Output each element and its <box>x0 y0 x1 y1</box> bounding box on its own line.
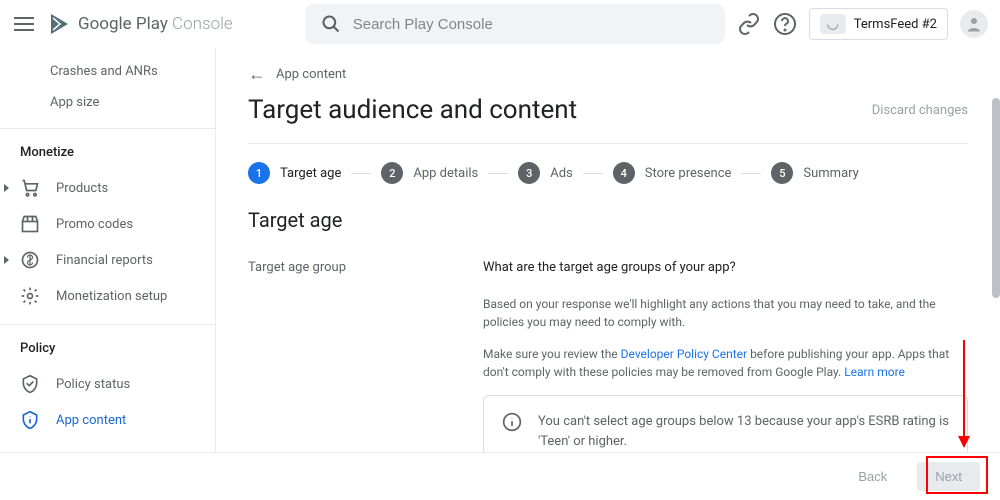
breadcrumb-text: App content <box>276 67 346 82</box>
policy-center-link[interactable]: Developer Policy Center <box>621 347 747 361</box>
sidebar-item-policy-status[interactable]: Policy status <box>0 366 215 402</box>
step-store-presence[interactable]: 4 Store presence <box>613 162 732 184</box>
logo[interactable]: Google Play Console <box>48 12 233 36</box>
help-icon[interactable] <box>773 12 797 36</box>
header: Google Play Console ◡ TermsFeed #2 <box>0 0 1000 48</box>
info-box: You can't select age groups below 13 bec… <box>483 395 968 452</box>
app-selector[interactable]: ◡ TermsFeed #2 <box>809 8 948 40</box>
sidebar-item-label: App size <box>50 95 99 110</box>
play-logo-icon <box>48 12 72 36</box>
sidebar-item-appsize[interactable]: App size <box>0 87 215 118</box>
avatar[interactable] <box>960 10 988 38</box>
sidebar-item-label: App content <box>56 413 126 428</box>
step-target-age[interactable]: 1 Target age <box>248 162 341 184</box>
store-icon <box>20 214 40 234</box>
form-label: Target age group <box>248 260 463 452</box>
search-bar[interactable] <box>305 4 725 44</box>
dollar-icon <box>20 250 40 270</box>
sidebar-item-app-content[interactable]: App content <box>0 402 215 438</box>
question-text: What are the target age groups of your a… <box>483 260 968 275</box>
step-connector <box>488 173 508 174</box>
section-title: Target age <box>248 208 968 232</box>
menu-icon[interactable] <box>12 12 36 36</box>
info-icon <box>502 412 522 432</box>
sidebar-item-products[interactable]: Products <box>0 170 215 206</box>
next-button[interactable]: Next <box>917 462 980 491</box>
chevron-right-icon <box>4 184 9 192</box>
helper-text: Based on your response we'll highlight a… <box>483 295 968 331</box>
sidebar-item-label: Monetization setup <box>56 289 167 304</box>
scrollbar[interactable] <box>992 98 1000 298</box>
search-icon <box>321 14 341 34</box>
android-icon: ◡ <box>820 14 846 34</box>
learn-more-link[interactable]: Learn more <box>844 365 905 379</box>
app-selector-name: TermsFeed #2 <box>854 17 937 32</box>
logo-text: Google Play Console <box>78 14 233 34</box>
back-button[interactable]: Back <box>840 462 905 491</box>
divider <box>248 143 968 144</box>
step-summary[interactable]: 5 Summary <box>771 162 858 184</box>
sidebar: Crashes and ANRs App size Monetize Produ… <box>0 48 216 452</box>
sidebar-heading-monetize: Monetize <box>0 128 215 170</box>
sidebar-item-crashes[interactable]: Crashes and ANRs <box>0 56 215 87</box>
main-content: ← App content Target audience and conten… <box>216 48 1000 452</box>
shield-check-icon <box>20 374 40 394</box>
step-connector <box>583 173 603 174</box>
sidebar-item-label: Products <box>56 181 108 196</box>
sidebar-item-label: Promo codes <box>56 217 133 232</box>
footer: Back Next <box>0 452 1000 500</box>
gear-icon <box>20 286 40 306</box>
cart-icon <box>20 178 40 198</box>
page-title: Target audience and content <box>248 95 577 125</box>
link-icon[interactable] <box>737 12 761 36</box>
step-ads[interactable]: 3 Ads <box>518 162 573 184</box>
breadcrumb[interactable]: ← App content <box>248 64 968 85</box>
shield-info-icon <box>20 410 40 430</box>
step-connector <box>741 173 761 174</box>
sidebar-item-label: Crashes and ANRs <box>50 64 158 79</box>
sidebar-item-monetization-setup[interactable]: Monetization setup <box>0 278 215 314</box>
back-arrow-icon: ← <box>248 64 266 85</box>
person-icon <box>965 15 983 33</box>
helper-text: Make sure you review the Developer Polic… <box>483 345 968 381</box>
info-text: You can't select age groups below 13 bec… <box>538 412 949 451</box>
stepper: 1 Target age 2 App details 3 Ads 4 Store… <box>248 162 968 184</box>
sidebar-item-promo[interactable]: Promo codes <box>0 206 215 242</box>
discard-changes-link[interactable]: Discard changes <box>872 103 968 118</box>
search-input[interactable] <box>353 16 709 33</box>
sidebar-item-label: Policy status <box>56 377 130 392</box>
step-app-details[interactable]: 2 App details <box>381 162 478 184</box>
step-connector <box>351 173 371 174</box>
sidebar-item-financial[interactable]: Financial reports <box>0 242 215 278</box>
sidebar-item-label: Financial reports <box>56 253 153 268</box>
chevron-right-icon <box>4 256 9 264</box>
sidebar-heading-policy: Policy <box>0 324 215 366</box>
